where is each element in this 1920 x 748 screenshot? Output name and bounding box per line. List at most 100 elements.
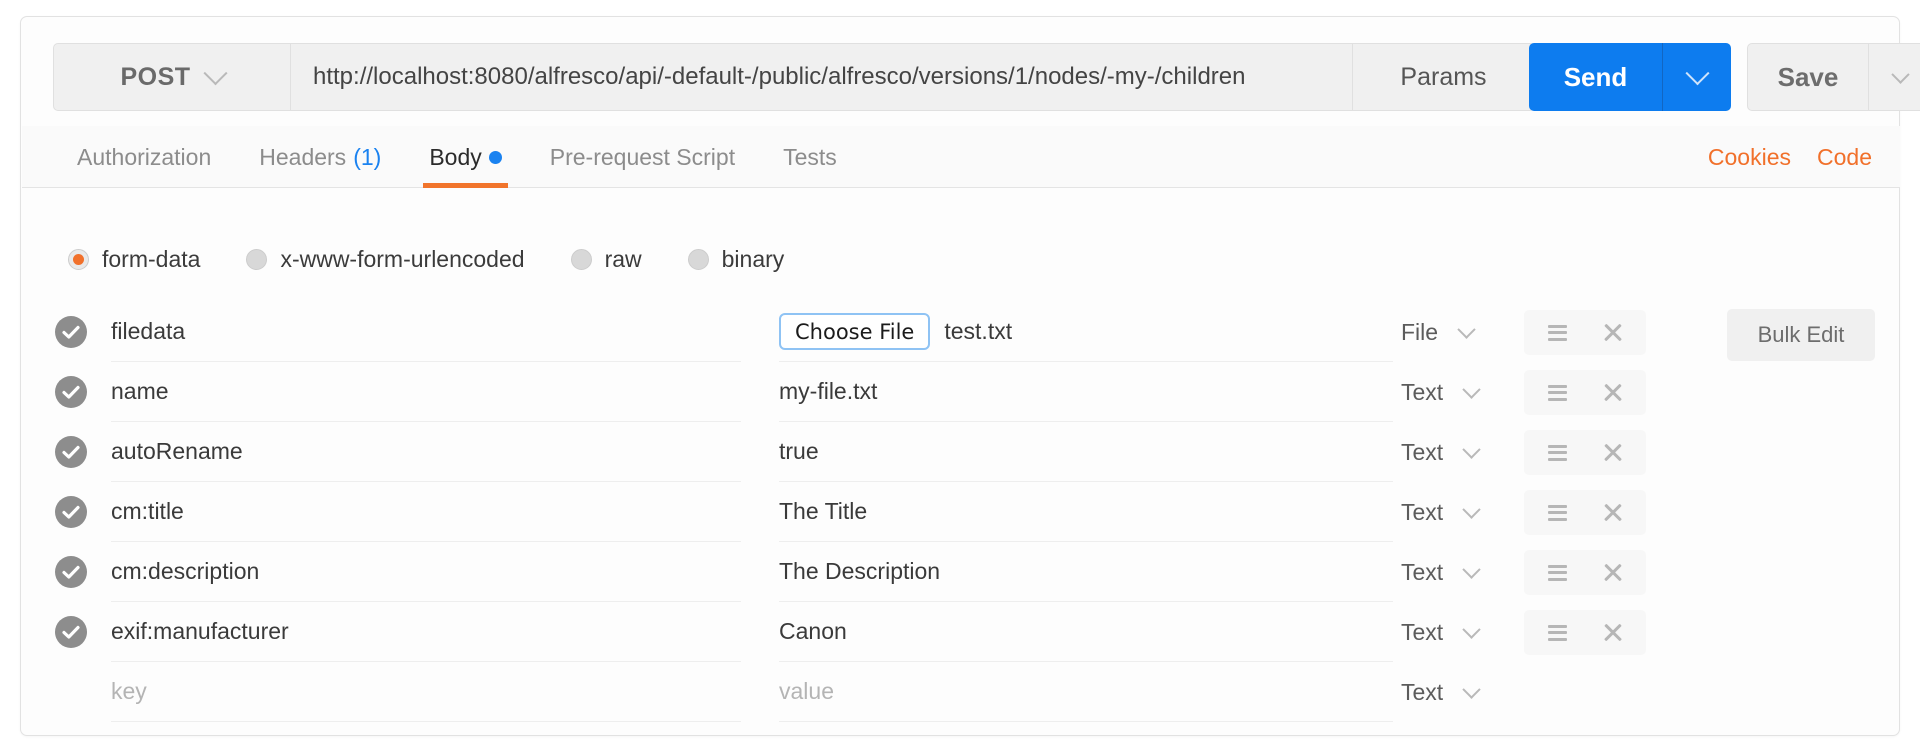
radio-button-icon[interactable]: [687, 249, 709, 270]
chevron-down-icon: [1891, 64, 1910, 84]
chevron-down-icon: [1462, 439, 1481, 459]
bulk-edit-button[interactable]: Bulk Edit: [1727, 309, 1875, 361]
table-row: name my-file.txt Text: [21, 362, 1899, 422]
body-mode-binary[interactable]: binary: [687, 246, 784, 273]
chevron-down-icon: [1462, 619, 1481, 639]
body-mode-label: raw: [604, 246, 642, 272]
choose-file-button[interactable]: Choose File: [779, 313, 931, 350]
form-data-type-label: Text: [1401, 498, 1444, 525]
form-data-key-text: filedata: [111, 318, 186, 344]
form-data-value-input[interactable]: my-file.txt: [779, 362, 1393, 422]
row-description-button[interactable]: [1539, 614, 1577, 652]
form-data-key-input[interactable]: cm:description: [111, 542, 741, 602]
form-data-type-dropdown[interactable]: File: [1401, 302, 1521, 362]
row-delete-button[interactable]: [1594, 494, 1632, 532]
chevron-down-icon: [1462, 559, 1481, 579]
form-data-type-dropdown[interactable]: Text: [1401, 542, 1521, 602]
request-tabs: Authorization Headers (1) Body Pre-request S…: [53, 126, 861, 188]
form-data-value-input[interactable]: The Title: [779, 482, 1393, 542]
form-data-value-input[interactable]: Canon: [779, 602, 1393, 662]
close-icon: [1602, 442, 1624, 464]
list-icon: [1548, 381, 1567, 404]
form-data-key-input[interactable]: filedata: [111, 302, 741, 362]
row-description-button[interactable]: [1539, 494, 1577, 532]
params-button[interactable]: Params: [1353, 43, 1535, 111]
form-data-type-dropdown[interactable]: Text: [1401, 662, 1521, 722]
row-delete-button[interactable]: [1594, 614, 1632, 652]
url-bar: POST http://localhost:8080/alfresco/api/…: [53, 43, 1535, 111]
form-data-value-input[interactable]: Choose File test.txt: [779, 302, 1393, 362]
tab-headers[interactable]: Headers (1): [235, 126, 405, 188]
row-delete-button[interactable]: [1594, 434, 1632, 472]
form-data-key-input[interactable]: exif:manufacturer: [111, 602, 741, 662]
row-enabled-checkbox[interactable]: [55, 376, 87, 408]
row-delete-button[interactable]: [1594, 554, 1632, 592]
list-icon: [1548, 561, 1567, 584]
row-enabled-checkbox[interactable]: [55, 496, 87, 528]
form-data-value-input[interactable]: true: [779, 422, 1393, 482]
row-enabled-checkbox[interactable]: [55, 556, 87, 588]
form-data-key-text: cm:description: [111, 558, 260, 584]
save-button[interactable]: Save: [1747, 43, 1869, 111]
code-link[interactable]: Code: [1817, 144, 1872, 171]
radio-button-icon[interactable]: [246, 249, 268, 270]
tabs-right-links: Cookies Code: [1708, 126, 1872, 188]
form-data-key-input[interactable]: autoRename: [111, 422, 741, 482]
http-method-label: POST: [120, 62, 191, 91]
row-delete-button[interactable]: [1594, 374, 1632, 412]
tab-label: Authorization: [77, 143, 212, 170]
tab-tests[interactable]: Tests: [759, 126, 861, 188]
save-options-button[interactable]: [1869, 43, 1920, 111]
close-icon: [1602, 322, 1624, 344]
chevron-down-icon: [1462, 499, 1481, 519]
check-icon: [62, 385, 80, 399]
row-enabled-checkbox[interactable]: [55, 436, 87, 468]
row-description-button[interactable]: [1539, 374, 1577, 412]
tab-pre-request-script[interactable]: Pre-request Script: [526, 126, 759, 188]
cookies-link[interactable]: Cookies: [1708, 144, 1791, 171]
row-delete-button[interactable]: [1594, 314, 1632, 352]
form-data-value-input[interactable]: value: [779, 662, 1393, 722]
body-mode-radio-group: form-data x-www-form-urlencoded raw binary: [68, 246, 830, 273]
table-row: exif:manufacturer Canon Text: [21, 602, 1899, 662]
table-row: key value Text: [21, 662, 1899, 722]
close-icon: [1602, 382, 1624, 404]
table-row: cm:description The Description Text: [21, 542, 1899, 602]
body-mode-form-data[interactable]: form-data: [68, 246, 200, 273]
check-icon: [62, 625, 80, 639]
form-data-key-input[interactable]: name: [111, 362, 741, 422]
form-data-type-dropdown[interactable]: Text: [1401, 602, 1521, 662]
tab-label: Headers: [259, 143, 347, 170]
row-description-button[interactable]: [1539, 554, 1577, 592]
tab-label: Tests: [783, 143, 837, 170]
form-data-type-dropdown[interactable]: Text: [1401, 422, 1521, 482]
list-icon: [1548, 321, 1567, 344]
tab-label: Pre-request Script: [549, 143, 736, 170]
selected-file-name: test.txt: [944, 318, 1013, 344]
send-options-button[interactable]: [1662, 43, 1731, 111]
form-data-type-dropdown[interactable]: Text: [1401, 482, 1521, 542]
send-button[interactable]: Send: [1529, 43, 1662, 111]
row-description-button[interactable]: [1539, 434, 1577, 472]
row-description-button[interactable]: [1539, 314, 1577, 352]
chevron-down-icon: [1684, 60, 1710, 85]
url-input[interactable]: http://localhost:8080/alfresco/api/-defa…: [291, 43, 1353, 111]
form-data-type-dropdown[interactable]: Text: [1401, 362, 1521, 422]
http-method-dropdown[interactable]: POST: [53, 43, 291, 111]
body-mode-raw[interactable]: raw: [570, 246, 642, 273]
radio-button-icon[interactable]: [570, 249, 592, 270]
body-mode-x-www-form-urlencoded[interactable]: x-www-form-urlencoded: [246, 246, 525, 273]
postman-request-builder: POST http://localhost:8080/alfresco/api/…: [0, 0, 1920, 748]
form-data-key-input[interactable]: key: [111, 662, 741, 722]
row-enabled-checkbox[interactable]: [55, 616, 87, 648]
row-actions: [1524, 610, 1646, 655]
form-data-key-text: exif:manufacturer: [111, 618, 289, 644]
tab-body[interactable]: Body: [405, 126, 525, 188]
tab-authorization[interactable]: Authorization: [53, 126, 235, 188]
close-icon: [1602, 562, 1624, 584]
radio-button-icon[interactable]: [68, 249, 89, 270]
list-icon: [1548, 501, 1567, 524]
row-enabled-checkbox[interactable]: [55, 316, 87, 348]
form-data-value-input[interactable]: The Description: [779, 542, 1393, 602]
form-data-key-input[interactable]: cm:title: [111, 482, 741, 542]
